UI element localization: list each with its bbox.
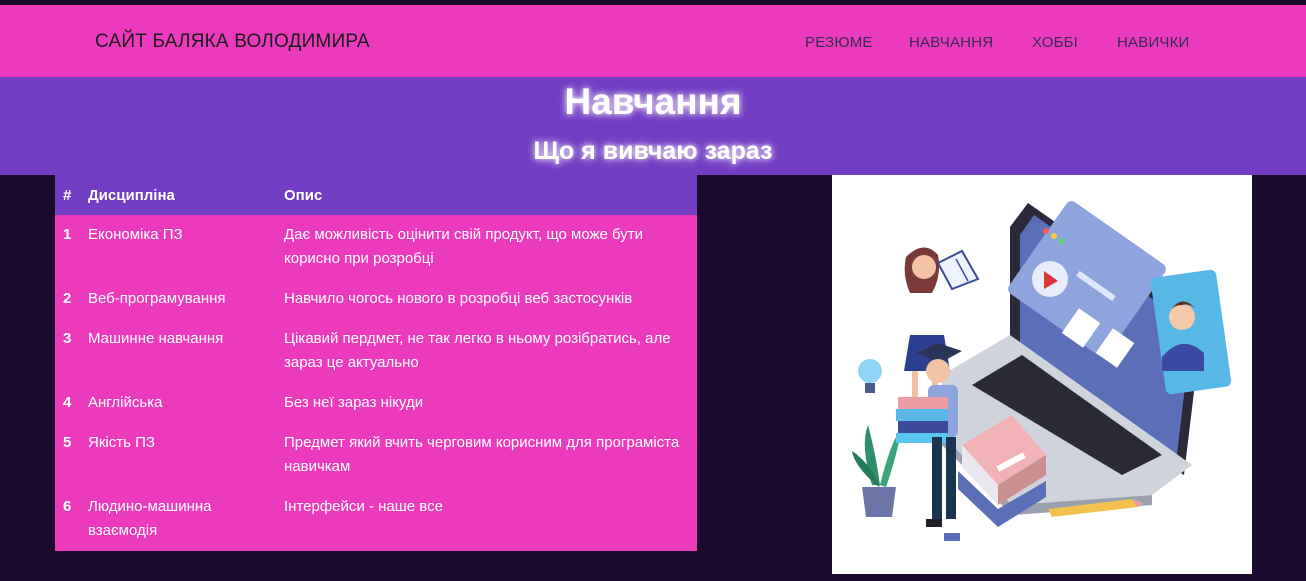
table-row: 2 Веб-програмування Навчило чогось новог… [55, 279, 697, 319]
study-laptop-illustration [852, 201, 1232, 541]
page-title: Навчання [564, 81, 742, 122]
table-row: 4 Англійська Без неї зараз нікуди [55, 383, 697, 423]
row-discipline: Англійська [88, 394, 163, 411]
courses-table: # Дисципліна Опис 1 Економіка ПЗ Дає мож… [55, 175, 697, 551]
page-subtitle: Що я вивчаю зараз [533, 137, 773, 165]
row-discipline: Якість ПЗ [88, 434, 155, 451]
table-header-row: # Дисципліна Опис [55, 175, 697, 215]
table-row: 5 Якість ПЗ Предмет який вчить черговим … [55, 423, 697, 487]
row-description: Цікавий пердмет, не так легко в ньому ро… [284, 330, 671, 371]
courses-table-container: # Дисципліна Опис 1 Економіка ПЗ Дає мож… [55, 175, 697, 551]
row-description: Без неї зараз нікуди [284, 394, 424, 411]
table-row: 1 Економіка ПЗ Дає можливість оцінити св… [55, 215, 697, 279]
row-description: Дає можливість оцінити свій продукт, що … [284, 226, 644, 267]
header-number: # [63, 186, 72, 204]
row-description: Навчило чогось нового в розробці веб зас… [284, 290, 633, 307]
nav-link-hobby[interactable]: ХОББІ [1032, 34, 1078, 51]
row-discipline: Економіка ПЗ [88, 226, 183, 243]
nav-link-skills[interactable]: НАВИЧКИ [1117, 34, 1190, 51]
row-number: 6 [63, 498, 72, 515]
row-description: Інтерфейси - наше все [284, 498, 443, 515]
site-brand[interactable]: САЙТ БАЛЯКА ВОЛОДИМИРА [95, 31, 370, 53]
row-discipline: Веб-програмування [88, 290, 226, 307]
table-row: 3 Машинне навчання Цікавий пердмет, не т… [55, 319, 697, 383]
row-number: 1 [63, 226, 72, 243]
row-discipline: Людино-машинна взаємодія [88, 498, 212, 539]
table-row: 6 Людино-машинна взаємодія Інтерфейси - … [55, 487, 697, 551]
nav-link-education[interactable]: НАВЧАННЯ [909, 34, 993, 51]
row-number: 3 [63, 330, 72, 347]
navbar: САЙТ БАЛЯКА ВОЛОДИМИРА РЕЗЮМЕ НАВЧАННЯ Х… [0, 5, 1306, 77]
education-illustration [832, 175, 1252, 574]
hero-banner: Навчання Що я вивчаю зараз [0, 77, 1306, 175]
row-number: 2 [63, 290, 72, 307]
row-discipline: Машинне навчання [88, 330, 224, 347]
row-description: Предмет який вчить черговим корисним для… [284, 434, 680, 475]
row-number: 4 [63, 394, 72, 411]
header-description: Опис [284, 186, 323, 204]
header-discipline: Дисципліна [88, 186, 175, 204]
row-number: 5 [63, 434, 72, 451]
nav-link-resume[interactable]: РЕЗЮМЕ [805, 34, 873, 51]
